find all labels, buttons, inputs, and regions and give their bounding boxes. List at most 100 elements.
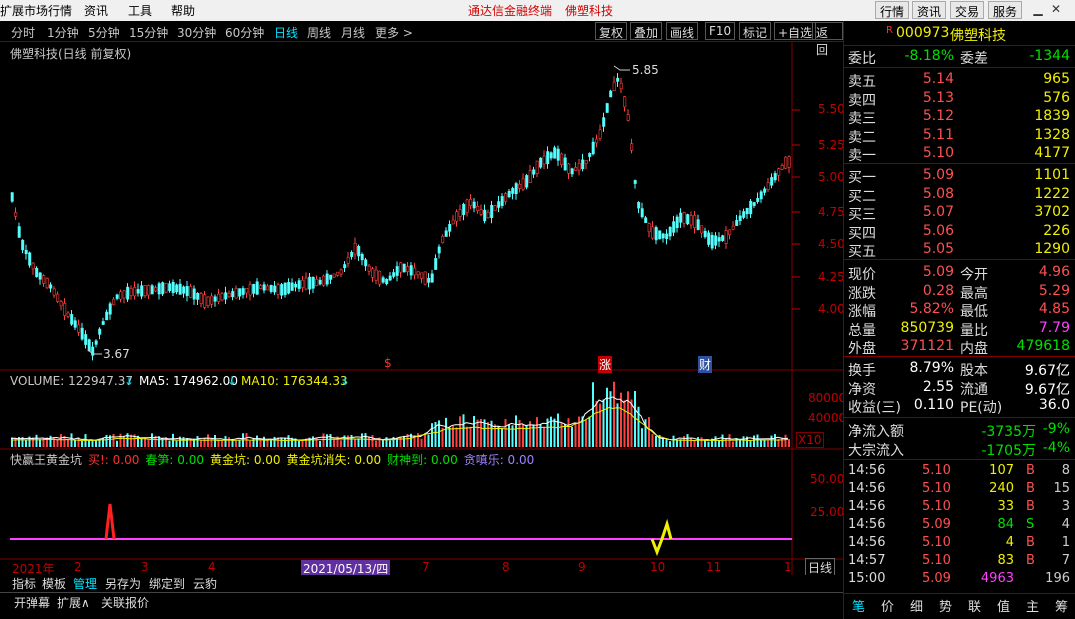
- side-tab-main[interactable]: 主: [1026, 596, 1039, 615]
- trade-tick-row[interactable]: 14:56 5.10 33 B 3: [844, 499, 1075, 517]
- tab-cloud[interactable]: 云豹: [193, 575, 217, 592]
- expand-button[interactable]: 扩展∧: [57, 594, 90, 611]
- indicator-value-item: 黄金坑消失: 0.00: [286, 453, 382, 467]
- draw-line-button[interactable]: 画线: [666, 22, 699, 40]
- fundamental-value: 0.110: [913, 397, 954, 413]
- trade-tick-row[interactable]: 14:56 5.10 240 B 15: [844, 481, 1075, 499]
- side-tab-value[interactable]: 值: [997, 596, 1010, 615]
- adjust-button[interactable]: 复权: [595, 22, 628, 40]
- trade-tick-row[interactable]: 14:57 5.10 83 B 7: [844, 553, 1075, 571]
- dividend-marker[interactable]: $: [384, 356, 392, 370]
- quote-mode-button[interactable]: 行情: [875, 1, 910, 19]
- volume-bar: [263, 436, 265, 447]
- order-ratio-row: 委比 -8.18% 委差 -1344: [844, 48, 1075, 67]
- trade-mode-button[interactable]: 交易: [950, 1, 985, 19]
- mark-button[interactable]: 标记: [739, 22, 772, 40]
- tf-monthly[interactable]: 月线: [341, 24, 365, 41]
- tf-daily[interactable]: 日线: [274, 24, 298, 41]
- menu-help[interactable]: 帮助: [171, 2, 195, 19]
- candle: [395, 266, 399, 276]
- stat-row[interactable]: 涨幅 5.82% 最低 4.85: [844, 301, 1075, 320]
- volume-bar: [256, 435, 258, 447]
- bid-row[interactable]: 买三 5.07 3702: [844, 204, 1075, 223]
- bid-row[interactable]: 买五 5.05 1290: [844, 241, 1075, 260]
- tf-5min[interactable]: 5分钟: [88, 24, 120, 41]
- volume-bar: [700, 437, 703, 447]
- ask-row[interactable]: 卖四 5.13 576: [844, 90, 1075, 109]
- menu-news[interactable]: 资讯: [84, 2, 108, 19]
- overlay-button[interactable]: 叠加: [630, 22, 663, 40]
- side-tab-price[interactable]: 价: [881, 596, 894, 615]
- fundamental-row[interactable]: 换手 8.79% 股本 9.67亿: [844, 360, 1075, 379]
- candle: [528, 170, 532, 183]
- side-tab-trades[interactable]: 笔: [852, 596, 865, 615]
- menu-extended-market[interactable]: 扩展市场行情: [0, 2, 72, 19]
- fundamental-row[interactable]: 净资 2.55 流通 9.67亿: [844, 378, 1075, 398]
- minimize-icon[interactable]: ▁: [1030, 2, 1046, 18]
- candle: [416, 271, 420, 276]
- side-tab-detail[interactable]: 细: [910, 596, 923, 615]
- bid-row[interactable]: 买一 5.09 1101: [844, 167, 1075, 186]
- candle: [402, 263, 406, 273]
- close-icon[interactable]: ✕: [1048, 2, 1064, 18]
- finance-marker[interactable]: 财: [698, 356, 713, 373]
- volume-bar: [536, 417, 538, 447]
- volume-bar: [389, 440, 391, 447]
- news-mode-button[interactable]: 资讯: [912, 1, 947, 19]
- tf-weekly[interactable]: 周线: [307, 24, 331, 41]
- tf-15min[interactable]: 15分钟: [129, 24, 168, 41]
- trade-tick-row[interactable]: 14:56 5.09 84 S 4: [844, 517, 1075, 535]
- stat-row[interactable]: 外盘 371121 内盘 479618: [844, 338, 1075, 357]
- tab-bind-to[interactable]: 绑定到: [149, 575, 185, 592]
- tab-templates[interactable]: 模板: [42, 575, 66, 592]
- candle: [511, 188, 515, 194]
- related-quote-button[interactable]: 关联报价: [101, 594, 149, 611]
- add-watchlist-button[interactable]: +自选: [774, 22, 817, 40]
- trade-tick-row[interactable]: 14:56 5.10 107 B 8: [844, 463, 1075, 481]
- stat-row[interactable]: 总量 850739 量比 7.79: [844, 319, 1075, 339]
- tf-30min[interactable]: 30分钟: [177, 24, 216, 41]
- back-button[interactable]: 返回: [812, 22, 843, 57]
- trade-tick-row[interactable]: 15:00 5.09 4963 196: [844, 571, 1075, 589]
- bid-row[interactable]: 买四 5.06 226: [844, 223, 1075, 242]
- volume-bar: [200, 439, 202, 447]
- tab-manage[interactable]: 管理: [73, 575, 97, 592]
- side-tab-related[interactable]: 联: [968, 596, 981, 615]
- service-mode-button[interactable]: 服务: [988, 1, 1023, 19]
- candle: [192, 288, 196, 300]
- price-chart-svg[interactable]: [0, 42, 843, 575]
- menu-tools[interactable]: 工具: [128, 2, 152, 19]
- tick-count: 3: [1061, 499, 1070, 514]
- indicator-name[interactable]: 快赢王黄金坑: [10, 451, 82, 468]
- bid-row[interactable]: 买二 5.08 1222: [844, 186, 1075, 205]
- tf-1min[interactable]: 1分钟: [47, 24, 79, 41]
- chart-area[interactable]: 佛塑科技(日线 前复权) 5.85 3.67 5.50 5.25 5.00 4.…: [0, 42, 846, 590]
- tf-60min[interactable]: 60分钟: [225, 24, 264, 41]
- ask-row[interactable]: 卖一 5.10 4177: [844, 145, 1075, 164]
- ask-row[interactable]: 卖二 5.11 1328: [844, 127, 1075, 146]
- limit-up-marker[interactable]: 涨: [598, 356, 613, 373]
- tf-intraday[interactable]: 分时: [11, 24, 35, 41]
- tab-save-as[interactable]: 另存为: [105, 575, 141, 592]
- candle: [45, 277, 49, 289]
- fundamental-value: 2.55: [922, 378, 954, 395]
- stat-value: 850739: [900, 319, 954, 336]
- flow-row[interactable]: 大宗流入 -1705万 -4%: [844, 440, 1075, 459]
- tf-more[interactable]: 更多 >: [375, 24, 413, 41]
- flow-row[interactable]: 净流入额 -3735万 -9%: [844, 421, 1075, 440]
- ask-row[interactable]: 卖三 5.12 1839: [844, 108, 1075, 127]
- candle: [469, 198, 473, 207]
- side-tab-trend[interactable]: 势: [939, 596, 952, 615]
- stat-row[interactable]: 涨跌 0.28 最高 5.29: [844, 283, 1075, 302]
- trade-tick-row[interactable]: 14:56 5.10 4 B 1: [844, 535, 1075, 553]
- ask-row[interactable]: 卖五 5.14 965: [844, 71, 1075, 90]
- side-tab-chips[interactable]: 筹: [1055, 596, 1068, 615]
- fundamental-row[interactable]: 收益(三) 0.110 PE(动) 36.0: [844, 397, 1075, 416]
- candle: [462, 204, 466, 215]
- stat-row[interactable]: 现价 5.09 今开 4.96: [844, 264, 1075, 283]
- tab-indicators[interactable]: 指标: [12, 575, 36, 592]
- f10-button[interactable]: F10: [705, 22, 736, 40]
- danmaku-button[interactable]: 开弹幕: [14, 594, 50, 611]
- chart-title: 佛塑科技(日线 前复权): [10, 47, 132, 61]
- fundamental-value: 36.0: [1038, 397, 1070, 413]
